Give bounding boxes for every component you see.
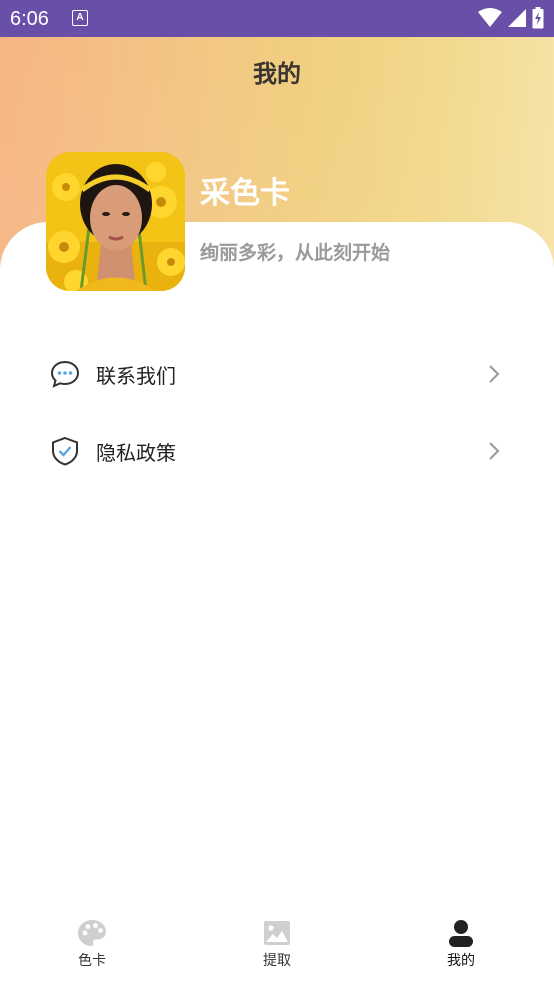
chevron-right-icon: [489, 442, 500, 460]
menu-item-contact-us[interactable]: 联系我们: [0, 344, 554, 404]
palette-icon: [78, 920, 106, 946]
app-name: 采色卡: [200, 176, 290, 211]
status-icons: [478, 6, 544, 30]
menu-label-contact-us: 联系我们: [96, 364, 176, 388]
app-slogan: 绚丽多彩，从此刻开始: [200, 242, 391, 264]
menu-item-privacy-policy[interactable]: 隐私政策: [0, 421, 554, 481]
nav-label-mine: 我的: [447, 953, 475, 969]
status-time: 6:06: [10, 8, 49, 30]
image-icon: [264, 921, 290, 945]
menu-label-privacy-policy: 隐私政策: [96, 441, 176, 465]
nav-label-extract: 提取: [263, 953, 291, 969]
content-card: [0, 222, 554, 922]
wifi-icon: [478, 8, 502, 27]
nav-tab-color-card[interactable]: 色卡: [32, 918, 152, 978]
notification-a-icon: A: [72, 10, 88, 26]
cellular-signal-icon: [508, 9, 526, 27]
battery-charging-icon: [532, 7, 544, 29]
app-avatar-image: [46, 152, 185, 291]
page-title: 我的: [253, 60, 301, 88]
status-bar: 6:06 A: [0, 0, 554, 37]
nav-tab-mine[interactable]: 我的: [401, 918, 521, 978]
bottom-navigation: 色卡 提取 我的: [0, 910, 554, 984]
chat-bubble-icon: [50, 360, 80, 388]
person-icon: [449, 920, 473, 947]
chevron-right-icon: [489, 365, 500, 383]
nav-tab-extract[interactable]: 提取: [217, 918, 337, 978]
nav-label-color-card: 色卡: [78, 953, 106, 969]
shield-check-icon: [52, 436, 78, 466]
